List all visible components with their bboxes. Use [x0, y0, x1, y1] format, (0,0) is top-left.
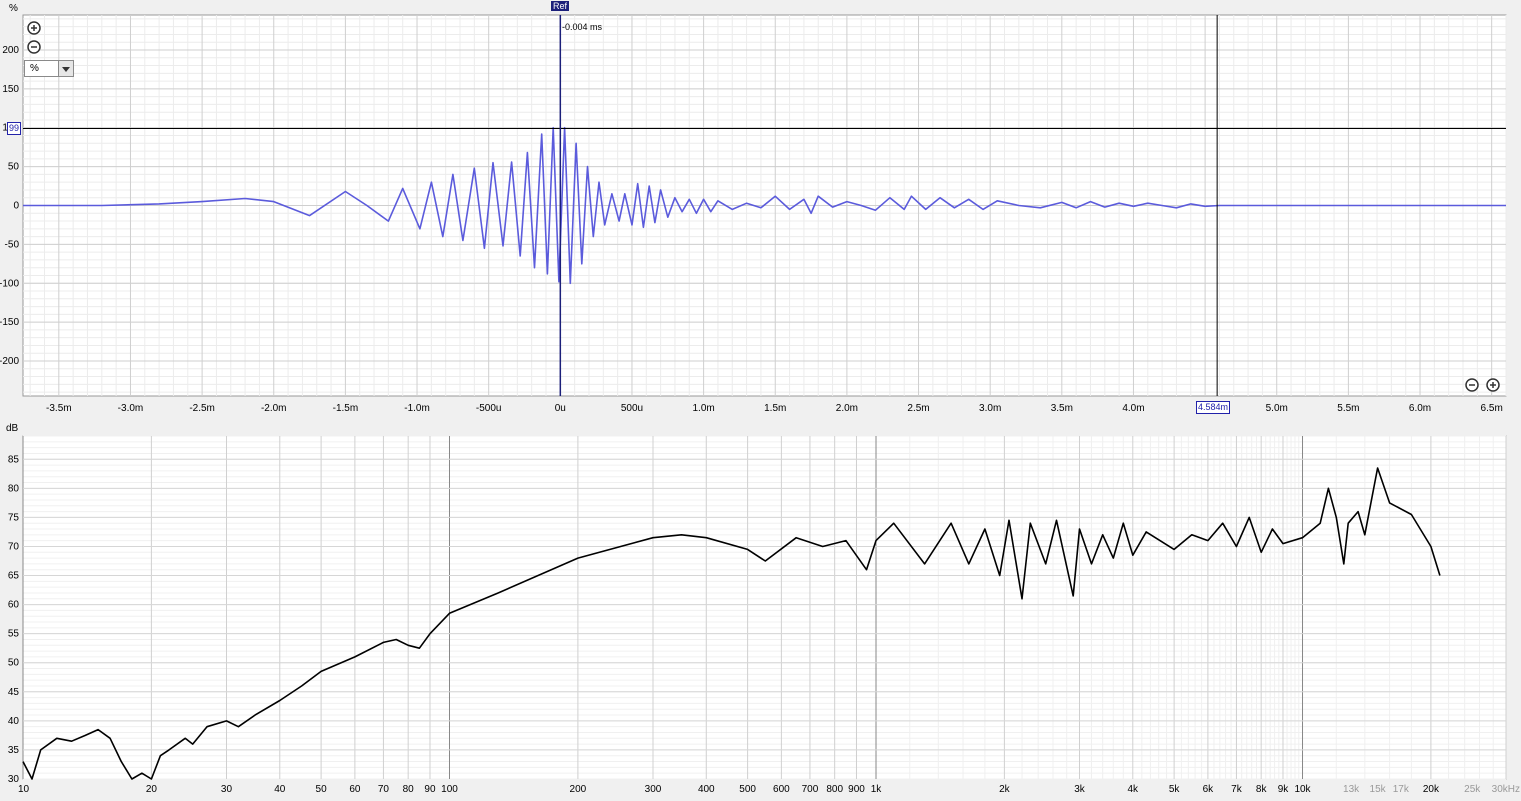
impulse-y-tick-label: 50 [8, 162, 20, 173]
impulse-x-tick-label: 5.5m [1337, 403, 1359, 414]
spectrum-x-tick-label: 8k [1256, 784, 1268, 795]
rew-window: 200150100500-50-100-150-200-3.5m-3.0m-2.… [0, 0, 1521, 796]
unit-dropdown-value: % [30, 63, 39, 74]
spectrum-x-tick-label: 25k [1464, 784, 1481, 795]
impulse-y-tick-label: 150 [2, 84, 19, 95]
spectrum-y-tick-label: 40 [8, 716, 20, 727]
spectrum-y-tick-label: 55 [8, 629, 20, 640]
impulse-x-tick-label: 4.0m [1122, 403, 1144, 414]
impulse-x-tick-label: 0u [555, 403, 566, 414]
v-cursor-value-box: 4.584m [1196, 401, 1231, 414]
spectrum-x-tick-label: 6k [1203, 784, 1215, 795]
spectrum-x-tick-label: 15k [1370, 784, 1387, 795]
zoom-out-icon[interactable] [27, 40, 41, 54]
spectrum-x-tick-label: 10 [18, 784, 30, 795]
spectrum-plot-area [22, 435, 1507, 780]
impulse-x-tick-label: 3.0m [979, 403, 1001, 414]
impulse-x-tick-label: 6.0m [1409, 403, 1431, 414]
spectrum-x-tick-label: 2k [999, 784, 1011, 795]
impulse-x-tick-label: 2.0m [836, 403, 858, 414]
impulse-x-tick-label: 2.5m [907, 403, 929, 414]
spectrum-y-tick-label: 65 [8, 571, 20, 582]
spectrum-y-tick-label: 85 [8, 454, 20, 465]
spectrum-x-tick-label: 900 [848, 784, 865, 795]
spectrum-x-tick-label: 4k [1128, 784, 1140, 795]
spectrum-x-tick-label: 400 [698, 784, 715, 795]
spectrum-x-tick-label: 70 [378, 784, 390, 795]
spectrum-x-tick-label: 500 [739, 784, 756, 795]
spectrum-x-tick-label: 20 [146, 784, 158, 795]
ref-marker-flag[interactable]: Ref [551, 1, 570, 11]
impulse-x-tick-label: -2.0m [261, 403, 287, 414]
ref-delay-readout: -0.004 ms [562, 22, 603, 32]
spectrum-x-tick-label: 9k [1278, 784, 1290, 795]
impulse-x-tick-label: -1.5m [333, 403, 359, 414]
impulse-x-tick-label: -2.5m [189, 403, 215, 414]
spectrum-x-tick-label: 800 [826, 784, 843, 795]
impulse-x-tick-label: -3.5m [46, 403, 72, 414]
unit-dropdown[interactable]: % [24, 60, 74, 77]
impulse-y-tick-label: -200 [0, 356, 19, 367]
spectrum-x-tick-label: 600 [773, 784, 790, 795]
impulse-x-tick-label: 1.5m [764, 403, 786, 414]
spectrum-x-tick-label: 1k [871, 784, 883, 795]
chevron-down-icon[interactable] [58, 61, 73, 76]
charts-svg: 200150100500-50-100-150-200-3.5m-3.0m-2.… [0, 14, 1520, 795]
spectrum-x-tick-label: 100 [441, 784, 458, 795]
spectrum-y-tick-label: 50 [8, 658, 20, 669]
impulse-y-tick-label: 200 [2, 45, 19, 56]
spectrum-x-tick-label: 17k [1393, 784, 1410, 795]
spectrum-y-tick-label: 35 [8, 745, 20, 756]
spectrum-y-tick-label: 80 [8, 483, 20, 494]
zoom-in-icon[interactable] [27, 21, 41, 35]
spectrum-x-tick-label: 30 [221, 784, 233, 795]
spectrum-x-tick-label: 200 [570, 784, 587, 795]
impulse-y-tick-label: -50 [5, 239, 20, 250]
spectrum-x-tick-label: 20k [1423, 784, 1440, 795]
spectrum-y-tick-label: 75 [8, 512, 20, 523]
spectrum-y-tick-label: 45 [8, 687, 20, 698]
impulse-x-tick-label: 3.5m [1051, 403, 1073, 414]
impulse-x-tick-label: 6.5m [1481, 403, 1503, 414]
impulse-x-tick-label: 1.0m [692, 403, 714, 414]
impulse-x-tick-label: -500u [476, 403, 502, 414]
impulse-x-tick-label: 500u [621, 403, 643, 414]
spectrum-x-tick-label: 10k [1294, 784, 1311, 795]
spectrum-unit-label: dB [6, 423, 19, 434]
spectrum-x-tick-label: 7k [1231, 784, 1243, 795]
spectrum-y-tick-label: 60 [8, 600, 20, 611]
spectrum-x-tick-label: 60 [349, 784, 361, 795]
spectrum-x-tick-label: 50 [316, 784, 328, 795]
impulse-x-tick-label: -1.0m [404, 403, 430, 414]
spectrum-x-tick-label: 5k [1169, 784, 1181, 795]
impulse-x-tick-label: -3.0m [118, 403, 144, 414]
impulse-y-tick-label: -100 [0, 278, 19, 289]
spectrum-x-tick-label: 3k [1074, 784, 1086, 795]
spectrum-x-tick-label: 30kHz [1492, 784, 1520, 795]
impulse-unit-label: % [9, 3, 18, 14]
spectrum-y-tick-label: 70 [8, 541, 20, 552]
spectrum-x-tick-label: 80 [403, 784, 415, 795]
impulse-y-tick-label: 0 [13, 201, 19, 212]
x-zoom-in-icon[interactable] [1486, 378, 1500, 392]
spectrum-x-tick-label: 40 [274, 784, 286, 795]
spectrum-x-tick-label: 700 [802, 784, 819, 795]
spectrum-x-tick-label: 13k [1343, 784, 1360, 795]
impulse-y-tick-label: -150 [0, 317, 19, 328]
x-zoom-out-icon[interactable] [1465, 378, 1479, 392]
spectrum-x-tick-label: 300 [645, 784, 662, 795]
impulse-x-tick-label: 5.0m [1266, 403, 1288, 414]
h-cursor-value-box: 99 [7, 122, 22, 135]
spectrum-x-tick-label: 90 [424, 784, 436, 795]
